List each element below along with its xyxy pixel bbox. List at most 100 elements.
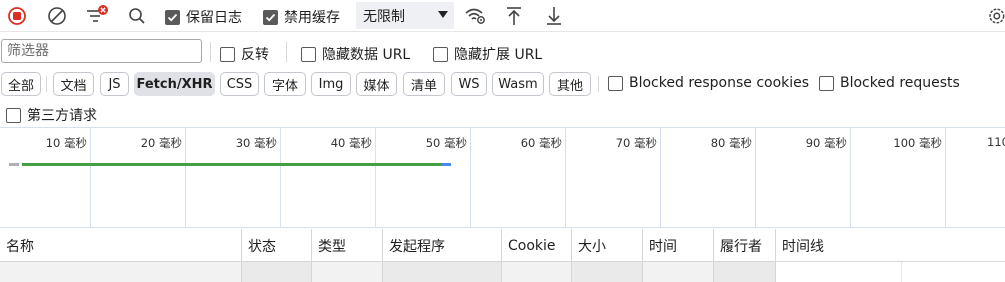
throttling-select[interactable]: 无限制 <box>356 2 454 29</box>
third-party-requests-label: 第三方请求 <box>27 108 97 124</box>
chevron-down-icon <box>438 11 448 18</box>
table-column <box>242 262 312 282</box>
grid-line <box>280 128 281 227</box>
tick-label: 60 毫秒 <box>520 136 562 150</box>
chip-document[interactable]: 文档 <box>53 72 94 96</box>
import-har-icon[interactable] <box>501 3 527 29</box>
overview-queued-bar <box>9 163 19 166</box>
table-column <box>572 262 643 282</box>
export-har-icon[interactable] <box>541 3 567 29</box>
network-toolbar: 保留日志 禁用缓存 无限制 <box>0 0 1005 32</box>
record-stop-icon[interactable] <box>4 3 30 29</box>
filter-input[interactable] <box>1 39 202 63</box>
chip-fetch-xhr[interactable]: Fetch/XHR <box>134 72 215 96</box>
column-header-cookie[interactable]: Cookie <box>502 229 572 262</box>
checkbox-checked-icon[interactable] <box>263 9 278 25</box>
preserve-log-label: 保留日志 <box>186 10 242 26</box>
table-column <box>776 262 902 282</box>
column-header-initiator[interactable]: 发起程序 <box>383 229 502 262</box>
hide-extension-urls-label: 隐藏扩展 URL <box>454 47 543 63</box>
grid-line <box>90 128 91 227</box>
chip-manifest[interactable]: 清单 <box>403 72 445 96</box>
clear-icon[interactable] <box>44 3 70 29</box>
blocked-requests-label: Blocked requests <box>840 75 960 91</box>
filter-clear-icon[interactable] <box>84 3 110 29</box>
hide-data-urls-checkbox[interactable]: 隐藏数据 URL <box>301 44 410 64</box>
tick-label: 90 毫秒 <box>805 136 847 150</box>
column-header-type[interactable]: 类型 <box>312 229 383 262</box>
checkbox-unchecked-icon[interactable] <box>301 46 316 62</box>
grid-line <box>185 128 186 227</box>
tick-label: 50 毫秒 <box>425 136 467 150</box>
tick-label: 110 <box>987 135 1005 149</box>
checkbox-unchecked-icon[interactable] <box>819 75 834 91</box>
tick-label: 10 毫秒 <box>45 136 87 150</box>
checkbox-unchecked-icon[interactable] <box>220 46 235 62</box>
hide-data-urls-label: 隐藏数据 URL <box>322 47 411 63</box>
checkbox-unchecked-icon[interactable] <box>608 75 623 91</box>
divider <box>46 76 47 92</box>
network-conditions-icon[interactable] <box>462 3 488 29</box>
column-header-name[interactable]: 名称 <box>0 229 242 262</box>
checkbox-unchecked-icon[interactable] <box>6 107 21 123</box>
table-column <box>902 262 1005 282</box>
grid-line <box>375 128 376 227</box>
column-header-time[interactable]: 时间 <box>643 229 714 262</box>
resource-type-filters: 全部 文档 JS Fetch/XHR CSS 字体 Img 媒体 清单 WS W… <box>0 69 1005 98</box>
divider <box>210 42 211 62</box>
blocked-response-cookies-checkbox[interactable]: Blocked response cookies <box>608 75 809 91</box>
divider <box>598 76 599 92</box>
request-table-body <box>0 262 1005 282</box>
checkbox-unchecked-icon[interactable] <box>433 46 448 62</box>
tick-label: 70 毫秒 <box>615 136 657 150</box>
third-party-row: 第三方请求 <box>0 99 1005 126</box>
blocked-requests-checkbox[interactable]: Blocked requests <box>819 75 960 91</box>
grid-line <box>850 128 851 227</box>
tick-label: 20 毫秒 <box>140 136 182 150</box>
column-header-fulfilled-by[interactable]: 履行者 <box>714 229 776 262</box>
tick-label: 40 毫秒 <box>330 136 372 150</box>
tick-label: 100 毫秒 <box>893 136 942 150</box>
tick-label: 30 毫秒 <box>235 136 277 150</box>
table-column <box>383 262 502 282</box>
filter-bar: 反转 隐藏数据 URL 隐藏扩展 URL <box>0 36 1005 68</box>
table-column <box>0 262 242 282</box>
table-column <box>714 262 776 282</box>
table-column <box>312 262 383 282</box>
table-column <box>502 262 572 282</box>
preserve-log-checkbox[interactable]: 保留日志 <box>165 7 242 27</box>
column-header-size[interactable]: 大小 <box>572 229 643 262</box>
chip-font[interactable]: 字体 <box>264 72 306 96</box>
chip-css[interactable]: CSS <box>220 72 259 96</box>
disable-cache-checkbox[interactable]: 禁用缓存 <box>263 7 340 27</box>
invert-checkbox[interactable]: 反转 <box>220 44 269 64</box>
request-table-header: 名称 状态 类型 发起程序 Cookie 大小 时间 履行者 时间线 <box>0 229 1005 262</box>
third-party-requests-checkbox[interactable]: 第三方请求 <box>6 105 97 125</box>
column-header-status[interactable]: 状态 <box>242 229 312 262</box>
grid-line <box>755 128 756 227</box>
column-header-timeline[interactable]: 时间线 <box>776 229 1005 262</box>
chip-wasm[interactable]: Wasm <box>492 72 544 96</box>
chip-js[interactable]: JS <box>100 72 129 96</box>
grid-line <box>945 128 946 227</box>
checkbox-checked-icon[interactable] <box>165 9 180 25</box>
overview-waiting-bar <box>22 163 442 166</box>
chip-media[interactable]: 媒体 <box>356 72 397 96</box>
chip-ws[interactable]: WS <box>451 72 487 96</box>
grid-line <box>660 128 661 227</box>
grid-line <box>470 128 471 227</box>
blocked-response-cookies-label: Blocked response cookies <box>629 75 810 91</box>
chip-other[interactable]: 其他 <box>549 72 591 96</box>
hide-extension-urls-checkbox[interactable]: 隐藏扩展 URL <box>433 44 542 64</box>
invert-label: 反转 <box>241 47 269 63</box>
network-overview[interactable]: 10 毫秒 20 毫秒 30 毫秒 40 毫秒 50 毫秒 60 毫秒 70 毫… <box>0 127 1005 228</box>
overview-download-bar <box>442 163 451 166</box>
disable-cache-label: 禁用缓存 <box>284 10 340 26</box>
chip-img[interactable]: Img <box>311 72 351 96</box>
divider <box>286 42 287 62</box>
search-icon[interactable] <box>124 3 150 29</box>
gear-icon[interactable] <box>985 3 1005 29</box>
chip-all[interactable]: 全部 <box>1 72 41 96</box>
throttling-value: 无限制 <box>363 8 405 25</box>
grid-line <box>565 128 566 227</box>
